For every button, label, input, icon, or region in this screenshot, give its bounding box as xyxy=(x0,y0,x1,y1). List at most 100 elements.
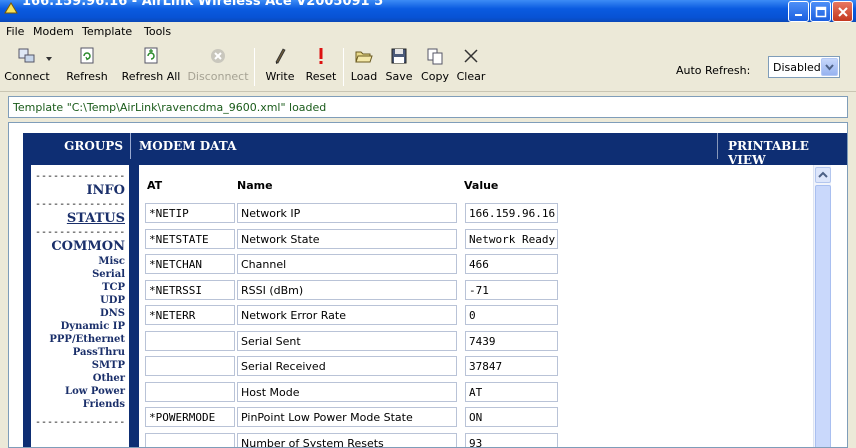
group-common[interactable]: COMMON xyxy=(51,239,125,254)
folder-open-icon xyxy=(355,51,373,63)
at-command-cell[interactable]: *NETCHAN xyxy=(145,254,235,274)
printable-view-link[interactable]: PRINTABLE VIEW xyxy=(717,133,847,167)
value-cell[interactable]: 466 xyxy=(465,254,558,274)
column-header-at: AT xyxy=(147,179,163,192)
close-icon xyxy=(838,7,848,17)
group-status[interactable]: STATUS xyxy=(67,211,125,226)
disconnect-button[interactable]: Disconnect xyxy=(186,46,250,88)
at-command-cell[interactable]: *NETIP xyxy=(145,203,235,223)
name-cell[interactable]: Host Mode xyxy=(237,382,457,402)
menu-modem[interactable]: Modem xyxy=(33,25,74,38)
name-cell[interactable]: Serial Received xyxy=(237,356,457,376)
name-cell[interactable]: Serial Sent xyxy=(237,331,457,351)
status-message-field: Template "C:\Temp\AirLink\ravencdma_9600… xyxy=(8,96,848,118)
window-title: 166.159.96.16 - AirLink Wireless Ace V20… xyxy=(22,0,384,9)
value-cell[interactable]: AT xyxy=(465,382,558,402)
name-cell[interactable]: Number of System Resets xyxy=(237,433,457,447)
value-cell[interactable]: 7439 xyxy=(465,331,558,351)
group-smtp[interactable]: SMTP xyxy=(92,360,125,371)
exclamation-icon xyxy=(319,48,323,64)
modem-panel: GROUPS MODEM DATA PRINTABLE VIEW -------… xyxy=(23,133,847,447)
menu-template[interactable]: Template xyxy=(82,25,132,38)
load-button[interactable]: Load xyxy=(348,46,380,88)
group-separator: --------------- xyxy=(35,417,126,428)
name-cell[interactable]: Network State xyxy=(237,229,457,249)
load-label: Load xyxy=(350,70,378,83)
at-command-cell[interactable]: *NETSTATE xyxy=(145,229,235,249)
vertical-scrollbar[interactable] xyxy=(813,165,831,447)
modem-data-header: MODEM DATA xyxy=(139,139,237,153)
save-button[interactable]: Save xyxy=(382,46,416,88)
dropdown-arrow[interactable] xyxy=(821,58,838,76)
status-message: Template "C:\Temp\AirLink\ravencdma_9600… xyxy=(13,101,327,114)
connect-button[interactable]: Connect xyxy=(4,46,50,88)
group-ppp-ethernet[interactable]: PPP/Ethernet xyxy=(49,334,125,345)
group-separator: --------------- xyxy=(35,227,126,238)
scroll-thumb[interactable] xyxy=(815,185,831,447)
minimize-icon xyxy=(795,14,802,16)
maximize-button[interactable] xyxy=(810,1,831,22)
group-tcp[interactable]: TCP xyxy=(102,282,125,293)
group-serial[interactable]: Serial xyxy=(92,269,125,280)
groups-panel: --------------- INFO --------------- STA… xyxy=(31,165,129,447)
at-command-cell[interactable]: *NETRSSI xyxy=(145,280,235,300)
group-separator: --------------- xyxy=(35,171,126,182)
refresh-all-icon xyxy=(144,47,158,64)
menu-file[interactable]: File xyxy=(6,25,24,38)
name-cell[interactable]: PinPoint Low Power Mode State xyxy=(237,407,457,427)
at-command-cell[interactable]: *POWERMODE xyxy=(145,407,235,427)
group-info[interactable]: INFO xyxy=(86,183,125,198)
toolbar: Connect Refresh Refresh All Disconnect W… xyxy=(0,42,856,92)
disconnect-label: Disconnect xyxy=(187,70,249,83)
close-button[interactable] xyxy=(832,1,853,22)
value-cell[interactable]: 166.159.96.16 xyxy=(465,203,558,223)
group-separator: --------------- xyxy=(35,199,126,210)
group-friends[interactable]: Friends xyxy=(83,399,125,410)
name-cell[interactable]: Network IP xyxy=(237,203,457,223)
group-low-power[interactable]: Low Power xyxy=(65,386,125,397)
reset-button[interactable]: Reset xyxy=(302,46,340,88)
toolbar-separator xyxy=(343,48,344,86)
menu-bar: File Modem Template Tools xyxy=(0,22,856,42)
group-dns[interactable]: DNS xyxy=(100,308,125,319)
scroll-up-button[interactable] xyxy=(815,167,831,183)
pencil-icon xyxy=(275,48,286,64)
connect-dropdown-icon[interactable] xyxy=(45,56,53,62)
at-command-cell[interactable] xyxy=(145,331,235,351)
group-misc[interactable]: Misc xyxy=(98,256,125,267)
auto-refresh-select[interactable]: Disabled xyxy=(768,56,840,78)
x-icon xyxy=(464,49,478,63)
value-cell[interactable]: 0 xyxy=(465,305,558,325)
value-cell[interactable]: Network Ready xyxy=(465,229,558,249)
at-command-cell[interactable]: *NETERR xyxy=(145,305,235,325)
name-cell[interactable]: Channel xyxy=(237,254,457,274)
copy-icon xyxy=(427,48,443,65)
refresh-button[interactable]: Refresh xyxy=(62,46,112,88)
clear-button[interactable]: Clear xyxy=(454,46,488,88)
refresh-label: Refresh xyxy=(66,70,108,83)
maximize-icon xyxy=(815,6,827,18)
value-cell[interactable]: 37847 xyxy=(465,356,558,376)
name-cell[interactable]: Network Error Rate xyxy=(237,305,457,325)
copy-button[interactable]: Copy xyxy=(418,46,452,88)
group-udp[interactable]: UDP xyxy=(100,295,125,306)
group-passthru[interactable]: PassThru xyxy=(73,347,125,358)
name-cell[interactable]: RSSI (dBm) xyxy=(237,280,457,300)
at-command-cell[interactable] xyxy=(145,356,235,376)
value-cell[interactable]: ON xyxy=(465,407,558,427)
group-other[interactable]: Other xyxy=(93,373,125,384)
write-button[interactable]: Write xyxy=(262,46,298,88)
value-cell[interactable]: -71 xyxy=(465,280,558,300)
refresh-all-button[interactable]: Refresh All xyxy=(120,46,182,88)
chevron-down-icon xyxy=(825,64,834,71)
group-dynamic-ip[interactable]: Dynamic IP xyxy=(61,321,125,332)
header-divider xyxy=(130,133,131,159)
at-command-cell[interactable] xyxy=(145,433,235,447)
content-area: GROUPS MODEM DATA PRINTABLE VIEW -------… xyxy=(8,122,848,448)
disconnect-icon xyxy=(211,49,225,63)
menu-tools[interactable]: Tools xyxy=(144,25,171,38)
connect-icon xyxy=(18,48,35,63)
value-cell[interactable]: 93 xyxy=(465,433,558,447)
at-command-cell[interactable] xyxy=(145,382,235,402)
minimize-button[interactable] xyxy=(788,1,809,22)
